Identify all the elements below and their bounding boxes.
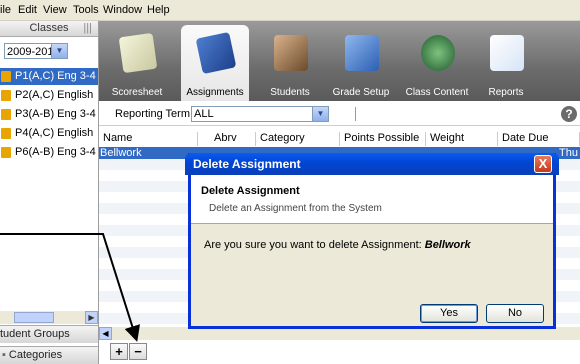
tool-reports[interactable]: Reports [472,25,540,101]
folder-icon [1,146,11,158]
tool-label: Students [270,87,310,98]
grade-setup-icon [345,35,379,71]
assignment-name: Bellwork [424,239,471,251]
class-label: P1(A,C) Eng 3-4 [15,70,96,82]
column-header[interactable]: Points Possible [340,132,426,146]
year-select[interactable]: 2009-2010 ▼ [4,43,68,59]
class-content-icon [421,35,455,71]
add-assignment-button[interactable]: + [110,343,128,360]
dialog-question: Are you sure you want to delete Assignme… [204,239,471,251]
question-text: Are you sure you want to delete Assignme… [204,239,422,251]
categories-label: Categories [8,349,63,361]
folder-icon [1,70,11,82]
no-button[interactable]: No [486,304,544,323]
students-icon [274,35,308,71]
grip-icon[interactable]: ||| [83,21,92,36]
class-label: P6(A-B) Eng 3-4 [15,146,96,158]
student-groups-tab[interactable]: tudent Groups [0,325,98,343]
dialog-header: Delete Assignment Delete an Assignment f… [191,175,553,224]
scoresheet-icon [118,32,158,74]
tool-grade-setup[interactable]: Grade Setup [327,25,395,101]
class-item[interactable]: P6(A-B) Eng 3-4 [0,144,98,161]
column-header[interactable]: Weight [426,132,498,146]
classes-header: Classes ||| [0,21,98,37]
toolbar: Scoresheet Assignments Students Grade Se… [99,21,580,101]
classes-sidebar: Classes ||| 2009-2010 ▼ P1(A,C) Eng 3-4 … [0,21,99,364]
class-label: P3(A-B) Eng 3-4 [15,108,96,120]
help-icon[interactable]: ? [561,106,577,122]
reporting-term-select[interactable]: ALL ▼ [191,106,329,122]
yes-button[interactable]: Yes [420,304,478,323]
tool-label: Reports [488,87,524,98]
sidebar-scrollbar[interactable]: ▶ [0,311,98,324]
chevron-down-icon[interactable]: ▼ [51,44,67,58]
menu-file[interactable]: ile [0,4,11,16]
reporting-term-value: ALL [194,108,214,120]
categories-icon: ▪ [2,349,6,361]
tool-label: Scoresheet [111,87,163,98]
close-icon[interactable]: X [534,155,552,173]
scroll-thumb[interactable] [14,312,54,323]
column-header[interactable]: Date Due [498,132,580,146]
menu-view[interactable]: View [43,4,67,16]
student-groups-label: tudent Groups [0,328,70,340]
dialog-titlebar[interactable]: Delete Assignment X [185,153,559,175]
class-label: P4(A,C) English [15,127,94,139]
column-header[interactable]: Category [256,132,340,146]
menu-edit[interactable]: Edit [18,4,37,16]
row-date: Thu [559,147,578,159]
tool-students[interactable]: Students [256,25,324,101]
menu-window[interactable]: Window [103,4,142,16]
scroll-left-icon[interactable]: ◀ [99,327,112,340]
menu-bar: ile Edit View Tools Window Help [0,0,580,21]
column-header[interactable]: Abrv [210,132,256,146]
categories-tab[interactable]: ▪ Categories [0,346,98,364]
folder-icon [1,127,11,139]
tool-label: Class Content [405,87,469,98]
row-name: Bellwork [100,147,142,159]
class-item[interactable]: P1(A,C) Eng 3-4 [0,68,98,85]
tool-scoresheet[interactable]: Scoresheet [103,25,171,101]
class-item[interactable]: P2(A,C) English [0,87,98,104]
divider [355,107,356,121]
assignments-icon [195,31,237,75]
folder-icon [1,108,11,120]
folder-icon [1,89,11,101]
tool-class-content[interactable]: Class Content [403,25,471,101]
class-item[interactable]: P4(A,C) English [0,125,98,142]
menu-tools[interactable]: Tools [73,4,99,16]
dialog-subheading: Delete an Assignment from the System [209,203,382,214]
reporting-term-label: Reporting Term: [115,108,194,120]
chevron-down-icon[interactable]: ▼ [312,107,328,121]
dialog-title: Delete Assignment [193,157,301,171]
tool-label: Grade Setup [332,87,390,98]
classes-title: Classes [29,22,69,34]
scroll-right-icon[interactable]: ▶ [85,311,98,324]
class-label: P2(A,C) English [15,89,94,101]
tool-label: Assignments [186,87,244,98]
tool-assignments[interactable]: Assignments [181,25,249,101]
dialog-heading: Delete Assignment [201,185,300,197]
column-header[interactable]: Name [99,132,198,146]
reporting-bar: Reporting Term: ALL ▼ ? [99,103,580,126]
delete-assignment-button[interactable]: − [129,343,147,360]
reports-icon [490,35,524,71]
class-item[interactable]: P3(A-B) Eng 3-4 [0,106,98,123]
menu-help[interactable]: Help [147,4,170,16]
